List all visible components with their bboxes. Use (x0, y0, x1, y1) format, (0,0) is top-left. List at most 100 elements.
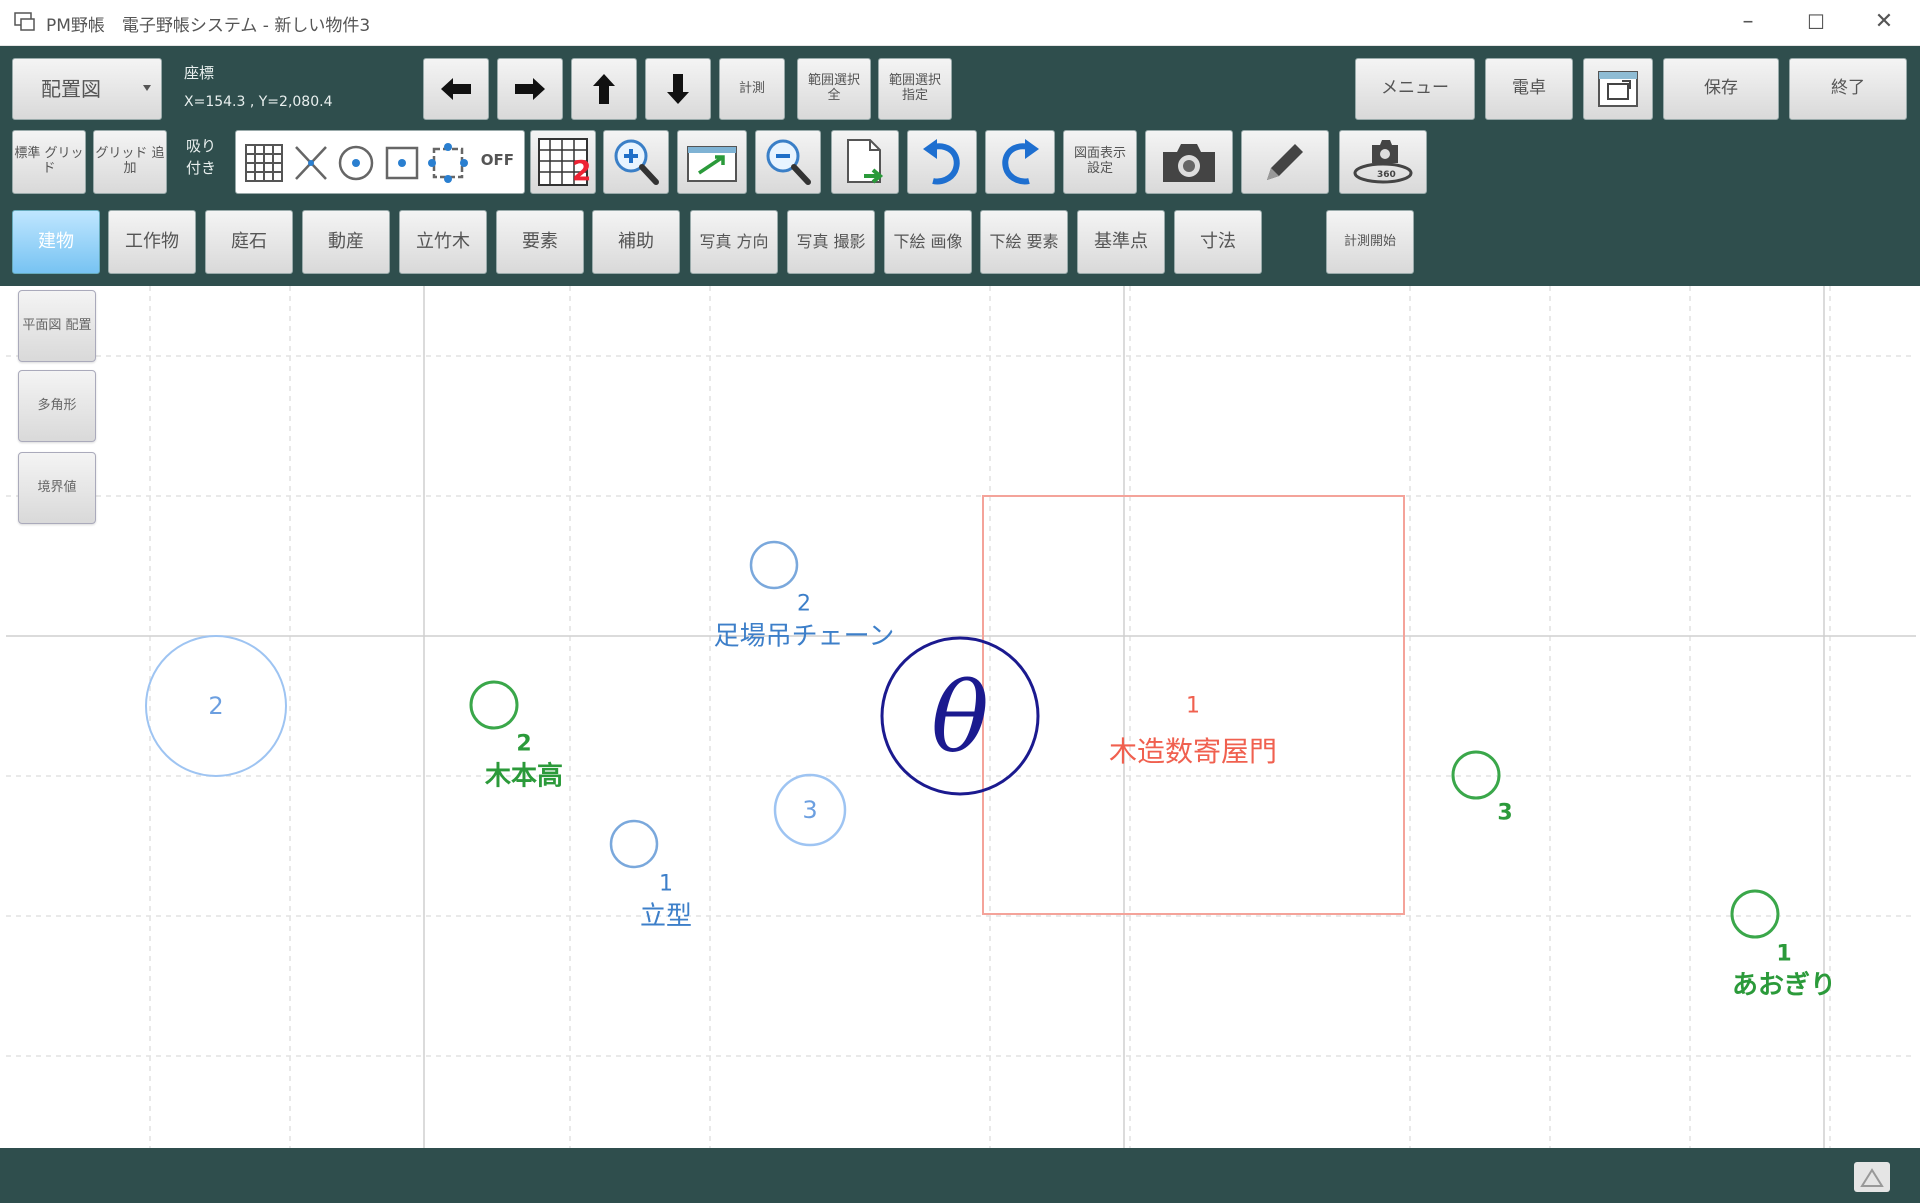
page-export-icon (847, 139, 884, 184)
pencil-icon (1267, 144, 1303, 180)
close-button[interactable]: ✕ (1852, 2, 1916, 42)
snap-label: 吸り付き (186, 137, 217, 177)
undo-button[interactable] (907, 130, 977, 194)
panorama-camera-button[interactable]: 360 (1339, 130, 1427, 194)
measure-button[interactable]: 計測 (719, 58, 785, 120)
arrow-up-icon (593, 74, 615, 104)
undo-icon (923, 139, 960, 185)
label-number: 3 (1497, 800, 1513, 826)
grid-number-icon: 2 (538, 138, 590, 187)
snap-options-panel: OFF (235, 130, 525, 194)
arrow-right-icon (515, 78, 545, 100)
zoom-out-icon (766, 139, 811, 185)
view-settings-button[interactable]: 図面表示 設定 (1063, 130, 1137, 194)
camera-button[interactable] (1145, 130, 1233, 194)
object-circle-ashiba[interactable] (749, 540, 799, 590)
tab-1[interactable]: 工作物 (108, 210, 196, 274)
coord-title: 座標 (184, 64, 215, 82)
tab-5[interactable]: 要素 (496, 210, 584, 274)
object-circle-3-green[interactable] (1451, 750, 1501, 800)
tab-2[interactable]: 庭石 (205, 210, 293, 274)
exit-button[interactable]: 終了 (1789, 58, 1907, 120)
side-tool-1[interactable]: 多角形 (18, 370, 96, 442)
mode-select[interactable]: 配置図 (12, 58, 162, 120)
tab-10[interactable]: 下絵 要素 (980, 210, 1068, 274)
label-number: 2 (516, 731, 532, 757)
tab-12[interactable]: 寸法 (1174, 210, 1262, 274)
snap-center-icon[interactable] (336, 143, 376, 183)
zoom-out-button[interactable] (755, 130, 821, 194)
label-text: 木造数寄屋門 (1108, 735, 1278, 768)
window-title: PM野帳 電子野帳システム - 新しい物件3 (46, 16, 371, 36)
range-select-spec-button[interactable]: 範囲選択 指定 (878, 58, 952, 120)
tab-3[interactable]: 動産 (302, 210, 390, 274)
calculator-button[interactable]: 電卓 (1485, 58, 1573, 120)
app-window: PM野帳 電子野帳システム - 新しい物件3 – ☐ ✕ 配置図 座標 X=15… (0, 0, 1920, 1203)
snap-box-center-icon[interactable] (384, 145, 420, 181)
arrow-down-button[interactable] (645, 58, 711, 120)
arrow-right-button[interactable] (497, 58, 563, 120)
label-text: 木本高 (484, 761, 564, 792)
camera-icon (1163, 144, 1215, 182)
save-button[interactable]: 保存 (1663, 58, 1779, 120)
tab-6[interactable]: 補助 (592, 210, 680, 274)
grid-spacing-button[interactable]: 2 (530, 130, 596, 194)
pen-button[interactable] (1241, 130, 1329, 194)
zoom-in-button[interactable] (603, 130, 669, 194)
arrow-up-button[interactable] (571, 58, 637, 120)
app-icon (14, 12, 35, 31)
redo-icon (1002, 139, 1039, 185)
status-bar (0, 1148, 1920, 1203)
label-number: 3 (802, 796, 818, 824)
minimize-button[interactable]: – (1716, 2, 1780, 42)
fit-to-screen-button[interactable] (677, 130, 747, 194)
fit-screen-icon (687, 146, 737, 182)
resize-grip-icon[interactable] (1854, 1162, 1890, 1192)
tab-11[interactable]: 基準点 (1077, 210, 1165, 274)
tab-9[interactable]: 下絵 画像 (884, 210, 972, 274)
snap-vertex-icon[interactable] (426, 141, 470, 185)
tab-7[interactable]: 写真 方向 (690, 210, 778, 274)
object-circle-mokuhon[interactable] (469, 680, 519, 730)
object-circle-tategata[interactable] (609, 819, 659, 869)
measure-start-button[interactable]: 計測開始 (1326, 210, 1414, 274)
arrow-down-icon (667, 74, 689, 104)
snap-grid-icon[interactable] (244, 143, 284, 183)
label-number: 1 (659, 871, 673, 897)
label-text: 立型 (639, 901, 693, 932)
grid-add-button[interactable]: グリッド 追加 (93, 130, 167, 194)
dropdown-arrow-icon (143, 85, 151, 91)
theta-glyph: θ (931, 662, 989, 774)
arrow-left-icon (441, 78, 471, 100)
svg-text:360: 360 (1377, 170, 1396, 180)
snap-off-toggle[interactable]: OFF (481, 151, 514, 169)
label-number: 1 (1186, 693, 1200, 719)
label-text: 足場吊チェーン (713, 621, 895, 652)
redo-button[interactable] (985, 130, 1055, 194)
side-tool-2[interactable]: 境界値 (18, 452, 96, 524)
range-select-all-button[interactable]: 範囲選択 全 (797, 58, 871, 120)
zoom-in-icon (614, 139, 659, 185)
camera-360-icon: 360 (1353, 140, 1413, 184)
object-circle-aogiri[interactable] (1730, 889, 1780, 939)
window-switch-button[interactable] (1583, 58, 1653, 120)
coord-value: X=154.3 , Y=2,080.4 (184, 94, 333, 110)
drawing-canvas[interactable]: 2 2 木本高 2 足場吊チェーン 1 立型 3 3 1 あおぎり 1 木造数寄… (6, 286, 1916, 1148)
standard-grid-button[interactable]: 標準 グリッド (12, 130, 86, 194)
tab-8[interactable]: 写真 撮影 (787, 210, 875, 274)
tab-4[interactable]: 立竹木 (399, 210, 487, 274)
arrow-left-button[interactable] (423, 58, 489, 120)
mode-select-label: 配置図 (41, 76, 101, 101)
window-switch-icon (1598, 71, 1638, 107)
snap-intersection-icon[interactable] (292, 143, 330, 183)
menu-button[interactable]: メニュー (1355, 58, 1475, 120)
svg-text:2: 2 (572, 154, 590, 187)
tab-0[interactable]: 建物 (12, 210, 100, 274)
maximize-button[interactable]: ☐ (1784, 2, 1848, 42)
label-number: 2 (208, 692, 224, 720)
label-text: あおぎり (1731, 970, 1837, 1001)
side-tool-0[interactable]: 平面図 配置 (18, 290, 96, 362)
label-number: 1 (1776, 941, 1792, 967)
title-bar: PM野帳 電子野帳システム - 新しい物件3 – ☐ ✕ (0, 0, 1920, 46)
export-page-button[interactable] (831, 130, 899, 194)
